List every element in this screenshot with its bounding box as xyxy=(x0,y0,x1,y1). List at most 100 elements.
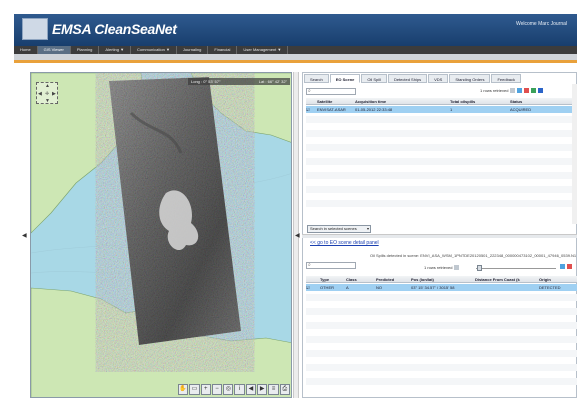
cell-total-oilspills: 1 xyxy=(450,107,453,112)
vertical-splitter[interactable]: ◀ xyxy=(293,72,300,398)
cell-distance xyxy=(475,284,539,291)
main-nav: Home GIS Viewer Planning Alerting ▼ Comm… xyxy=(14,46,577,54)
edit-icon[interactable] xyxy=(454,265,460,270)
latitude-readout: Lat : 66° 42' 32" xyxy=(258,79,287,84)
edit-icon[interactable] xyxy=(510,88,516,93)
pan-right-icon[interactable]: ▶ xyxy=(52,91,56,97)
export-excel-icon[interactable] xyxy=(531,88,537,93)
oil-slider-track[interactable] xyxy=(476,268,556,269)
table-row[interactable]: ☑ ENVISAT-ASAR 01-05-2012 22:33:48 1 ACQ… xyxy=(306,106,577,113)
refresh-icon[interactable] xyxy=(560,264,565,269)
empty-row xyxy=(306,200,577,207)
row-checkbox[interactable]: ☑ xyxy=(306,284,320,291)
zoom-center-icon[interactable]: ✛ xyxy=(45,91,49,97)
table-row[interactable]: ☑ OTHER A NO 03° 15' 34.57" / 3015' 58 D… xyxy=(306,284,577,291)
empty-row xyxy=(306,158,577,165)
tab-feedback[interactable]: Feedback xyxy=(491,74,522,83)
nav-item-communication[interactable]: Communication ▼ xyxy=(131,46,177,54)
identify-icon[interactable]: i xyxy=(234,384,245,395)
empty-row xyxy=(306,294,577,301)
next-view-icon[interactable]: ▶ xyxy=(257,384,268,395)
tab-detected-ships[interactable]: Detected Ships xyxy=(387,74,428,83)
oil-search-input[interactable]: ⌕ xyxy=(306,262,356,269)
oil-slider-handle[interactable] xyxy=(477,265,482,271)
empty-row xyxy=(306,172,577,179)
empty-row xyxy=(306,116,577,123)
empty-row xyxy=(306,350,577,357)
tab-vds[interactable]: VDS xyxy=(428,74,449,83)
tab-oil-spill[interactable]: Oil Spill xyxy=(361,74,387,83)
search-selected-scenes-select[interactable]: Search in selected scenes ▾ xyxy=(307,225,371,233)
nav-item-alerting[interactable]: Alerting ▼ xyxy=(99,46,132,54)
row-checkbox[interactable]: ☑ xyxy=(306,106,317,113)
pan-left-icon[interactable]: ◀ xyxy=(38,91,42,97)
collapse-right-icon[interactable]: ◀ xyxy=(295,232,300,239)
col-type[interactable]: Type xyxy=(320,276,346,282)
empty-row xyxy=(306,364,577,371)
empty-row xyxy=(306,186,577,193)
settings-icon[interactable] xyxy=(538,88,544,93)
print-icon[interactable]: ⎙ xyxy=(279,384,290,395)
accent-divider xyxy=(14,60,577,63)
pan-down-icon[interactable]: ▼ xyxy=(45,98,50,104)
export-pdf-icon[interactable] xyxy=(567,264,572,269)
horizontal-splitter[interactable] xyxy=(302,234,577,238)
nav-item-planning[interactable]: Planning xyxy=(71,46,100,54)
oil-spill-scene-info: Oil Spills detected in scene: ENVI_ASA_W… xyxy=(370,253,577,258)
empty-row xyxy=(306,144,577,151)
scene-table-scrollbar[interactable] xyxy=(572,84,577,224)
measure-icon[interactable]: ≡ xyxy=(268,384,279,395)
full-extent-icon[interactable]: ◎ xyxy=(223,384,234,395)
col-origin[interactable]: Origin xyxy=(539,276,577,282)
col-satellite[interactable]: Satellite xyxy=(317,98,355,104)
empty-row xyxy=(306,378,577,385)
gis-map[interactable] xyxy=(30,72,292,398)
collapse-left-icon[interactable]: ◀ xyxy=(22,232,27,239)
tab-search[interactable]: Search xyxy=(304,74,329,83)
col-total-oilspills[interactable]: Total oilspills xyxy=(450,98,510,104)
zoom-out-icon[interactable]: − xyxy=(211,384,223,395)
col-class[interactable]: Class xyxy=(346,276,376,282)
longitude-readout: Long : 0° 53' 57" xyxy=(191,79,221,84)
cell-predicted: NO xyxy=(376,285,382,290)
cell-class: A xyxy=(346,285,349,290)
nav-item-gis-viewer[interactable]: GIS Viewer xyxy=(37,46,71,54)
export-pdf-icon[interactable] xyxy=(524,88,530,93)
search-selected-scenes-label: Search in selected scenes xyxy=(310,226,357,231)
scene-search-input[interactable]: ⌕ xyxy=(306,88,356,95)
col-acquisition-time[interactable]: Acquisition time xyxy=(355,98,450,104)
scene-rows-info: 1 rows retrieved xyxy=(480,88,544,93)
col-position[interactable]: Pos (lon/lat) xyxy=(411,276,475,282)
cell-satellite: ENVISAT-ASAR xyxy=(317,107,346,112)
empty-row xyxy=(306,336,577,343)
cell-position: 03° 15' 34.57" / 3015' 58 xyxy=(411,285,455,290)
app-logo-text: EMSA CleanSeaNet xyxy=(52,21,177,37)
tab-standing-orders[interactable]: Standing Orders xyxy=(449,74,491,83)
col-distance-from-coast[interactable]: Distance From Coast (k xyxy=(475,276,539,282)
refresh-icon[interactable] xyxy=(517,88,523,93)
cell-origin: DETECTED xyxy=(539,285,561,290)
nav-item-home[interactable]: Home xyxy=(14,46,38,54)
nav-item-user-management[interactable]: User Management ▼ xyxy=(237,46,289,54)
search-icon: ⌕ xyxy=(308,88,311,94)
scene-rows-count: 1 rows retrieved xyxy=(480,88,509,93)
col-predicted[interactable]: Predicted xyxy=(376,276,411,282)
col-status[interactable]: Status xyxy=(510,98,577,104)
previous-view-icon[interactable]: ◀ xyxy=(245,384,257,395)
nav-item-financial[interactable]: Financial xyxy=(208,46,238,54)
tab-eo-scene[interactable]: EO Scene xyxy=(329,74,361,83)
nav-item-journaling[interactable]: Journaling xyxy=(177,46,209,54)
chevron-down-icon: ▾ xyxy=(366,226,369,231)
pan-up-icon[interactable]: ▲ xyxy=(45,83,50,89)
map-pan-control[interactable]: ▲ ▼ ◀ ▶ ✛ xyxy=(36,82,58,104)
pan-hand-icon[interactable]: ✋ xyxy=(178,384,189,395)
empty-row xyxy=(306,322,577,329)
zoom-box-icon[interactable]: ▭ xyxy=(189,384,200,395)
zoom-in-icon[interactable]: + xyxy=(200,384,211,395)
oil-table-header: Type Class Predicted Pos (lon/lat) Dista… xyxy=(306,276,577,283)
eo-scene-detail-link[interactable]: << go to EO scene detail panel xyxy=(310,240,379,246)
app-window: EMSA CleanSeaNet Welcome Marc Journal Ho… xyxy=(0,0,577,407)
col-select xyxy=(306,98,317,104)
cell-type: OTHER xyxy=(320,285,334,290)
app-header: EMSA CleanSeaNet Welcome Marc Journal xyxy=(14,14,577,46)
